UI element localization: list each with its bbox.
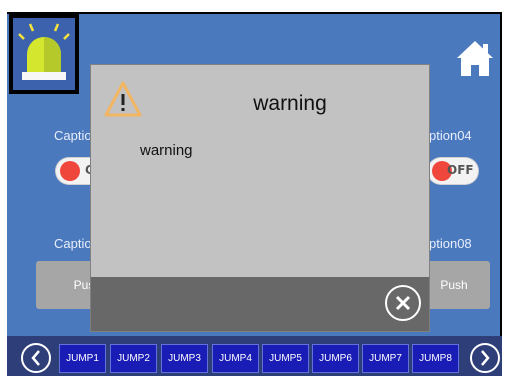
jump-button-3[interactable]: JUMP3: [161, 344, 208, 373]
caption-left-top: Captio: [54, 128, 92, 143]
home-icon[interactable]: [455, 38, 495, 78]
jump-button-6[interactable]: JUMP6: [312, 344, 359, 373]
close-icon[interactable]: [385, 285, 421, 321]
toggle-label: OFF: [447, 163, 474, 177]
jump-button-5[interactable]: JUMP5: [262, 344, 309, 373]
dialog-message: warning: [140, 142, 193, 159]
toggle-knob: [60, 161, 80, 181]
dialog-title: warning: [253, 92, 327, 115]
warning-dialog: warning warning: [91, 65, 429, 331]
toggle-switch-right[interactable]: OFF: [428, 158, 478, 184]
jump-button-7[interactable]: JUMP7: [362, 344, 409, 373]
chevron-right-icon[interactable]: [470, 343, 500, 373]
alarm-light-icon[interactable]: [9, 14, 79, 94]
jump-button-4[interactable]: JUMP4: [212, 344, 259, 373]
jump-button-1[interactable]: JUMP1: [59, 344, 106, 373]
chevron-left-icon[interactable]: [21, 343, 51, 373]
caption-left-bottom: Captio: [54, 236, 92, 251]
dialog-footer: [91, 277, 429, 331]
caption-right-bottom: ption08: [429, 236, 472, 251]
jump-button-2[interactable]: JUMP2: [110, 344, 157, 373]
caption-right-top: ption04: [429, 128, 472, 143]
jump-button-8[interactable]: JUMP8: [412, 344, 459, 373]
